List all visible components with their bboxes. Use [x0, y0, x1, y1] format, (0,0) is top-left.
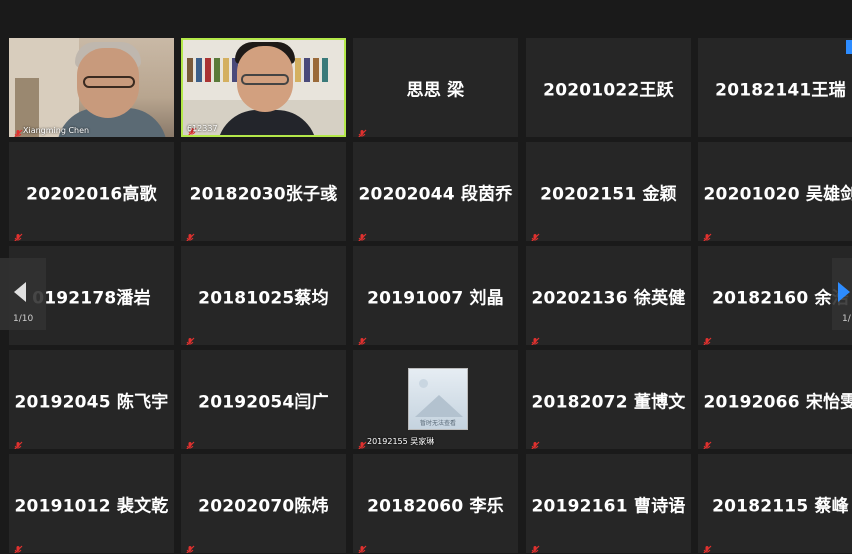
participant-tile[interactable]: 20201020 吴雄剑 [698, 142, 852, 241]
participant-tile[interactable]: 20181025蔡均 [181, 246, 346, 345]
participant-name: 20182115 蔡峰 [712, 496, 849, 516]
participant-name: 思思 梁 [406, 80, 465, 100]
microphone-muted-icon [702, 540, 712, 553]
participant-name: 20182030张子彧 [189, 184, 338, 204]
participant-name: 20191012 裴文乾 [14, 496, 169, 516]
microphone-muted-icon [357, 436, 367, 449]
microphone-muted-icon [702, 228, 712, 241]
participant-label: 612337 [187, 124, 218, 133]
participant-name: 20201020 吴雄剑 [703, 184, 852, 204]
participant-tile[interactable]: 20182160 余浩 [698, 246, 852, 345]
microphone-muted-icon [702, 332, 712, 345]
participant-name: 20191007 刘晶 [367, 288, 504, 308]
microphone-muted-icon [13, 228, 23, 241]
microphone-muted-icon [185, 436, 195, 449]
participant-name: 20181025蔡均 [198, 288, 329, 308]
participant-tile[interactable]: 20192045 陈飞宇 [9, 350, 174, 449]
next-page-button[interactable]: 1/ [832, 258, 852, 330]
participant-name: 20201022王跃 [543, 80, 674, 100]
participant-tile[interactable]: 20182072 董博文 [526, 350, 691, 449]
participant-name: 20182160 余浩 [712, 288, 849, 308]
participant-tile[interactable]: 20182060 李乐 [353, 454, 518, 553]
participant-tile[interactable]: 20202151 金颖 [526, 142, 691, 241]
participant-tile[interactable]: 20202136 徐英健 [526, 246, 691, 345]
participant-name: 20192054闫广 [198, 392, 329, 412]
microphone-muted-icon [357, 332, 367, 345]
participant-name: 20182060 李乐 [367, 496, 504, 516]
participant-tile[interactable]: 20191012 裴文乾 [9, 454, 174, 553]
microphone-muted-icon [13, 540, 23, 553]
participant-tile[interactable]: 20201022王跃 [526, 38, 691, 137]
participant-name: 20192066 宋怡雯 [703, 392, 852, 412]
previous-page-button[interactable]: 1/10 [0, 258, 46, 330]
participant-name: 20202044 段茵乔 [358, 184, 513, 204]
participant-tile[interactable]: 20192066 宋怡雯 [698, 350, 852, 449]
participant-tile[interactable]: 20182141王瑞 [698, 38, 852, 137]
participant-tile[interactable]: 20192161 曹诗语 [526, 454, 691, 553]
microphone-muted-icon [357, 124, 367, 137]
avatar: 暂时无法查看 [408, 368, 468, 430]
microphone-muted-icon [530, 540, 540, 553]
participant-tile[interactable]: 20192054闫广 [181, 350, 346, 449]
participant-video [9, 38, 174, 137]
microphone-muted-icon [530, 332, 540, 345]
participant-name: 20182072 董博文 [531, 392, 686, 412]
chevron-left-icon [14, 282, 26, 302]
participant-name: 20202070陈炜 [198, 496, 329, 516]
participant-tile[interactable]: 20182115 蔡峰 [698, 454, 852, 553]
microphone-muted-icon [13, 436, 23, 449]
microphone-muted-icon [357, 540, 367, 553]
page-indicator-left: 1/10 [13, 314, 34, 324]
microphone-muted-icon [702, 436, 712, 449]
participant-video [183, 40, 344, 135]
participant-label: Xiangming Chen [23, 126, 90, 135]
microphone-muted-icon [185, 540, 195, 553]
microphone-muted-icon [185, 332, 195, 345]
view-badge [846, 40, 852, 54]
participant-name: 20182141王瑞 [715, 80, 846, 100]
page-indicator-right: 1/ [842, 314, 851, 324]
microphone-muted-icon [13, 124, 23, 137]
participant-name: 20202136 徐英健 [531, 288, 686, 308]
participant-tile[interactable]: 思思 梁 [353, 38, 518, 137]
microphone-muted-icon [530, 228, 540, 241]
participant-name: 20192045 陈飞宇 [14, 392, 169, 412]
microphone-muted-icon [185, 228, 195, 241]
participant-tile[interactable]: 20202070陈炜 [181, 454, 346, 553]
participant-name: 20202016高歌 [26, 184, 157, 204]
avatar-caption: 暂时无法查看 [419, 420, 456, 427]
chevron-right-icon [838, 282, 850, 302]
participant-tile[interactable]: 20182030张子彧 [181, 142, 346, 241]
participant-tile[interactable]: 20191007 刘晶 [353, 246, 518, 345]
microphone-muted-icon [530, 436, 540, 449]
participant-tile[interactable]: 20202044 段茵乔 [353, 142, 518, 241]
gallery-grid: Xiangming Chen 612337 思思 梁 20201022王跃 201821… [0, 0, 852, 554]
participant-tile[interactable]: 20202016高歌 [9, 142, 174, 241]
participant-tile[interactable]: 暂时无法查看 20192155 吴家琳 [353, 350, 518, 449]
participant-name: 20202151 金颖 [540, 184, 677, 204]
participant-name: 20192161 曹诗语 [531, 496, 686, 516]
participant-tile[interactable]: 612337 [181, 38, 346, 137]
microphone-muted-icon [357, 228, 367, 241]
participant-tile[interactable]: Xiangming Chen [9, 38, 174, 137]
participant-label: 20192155 吴家琳 [367, 437, 435, 446]
